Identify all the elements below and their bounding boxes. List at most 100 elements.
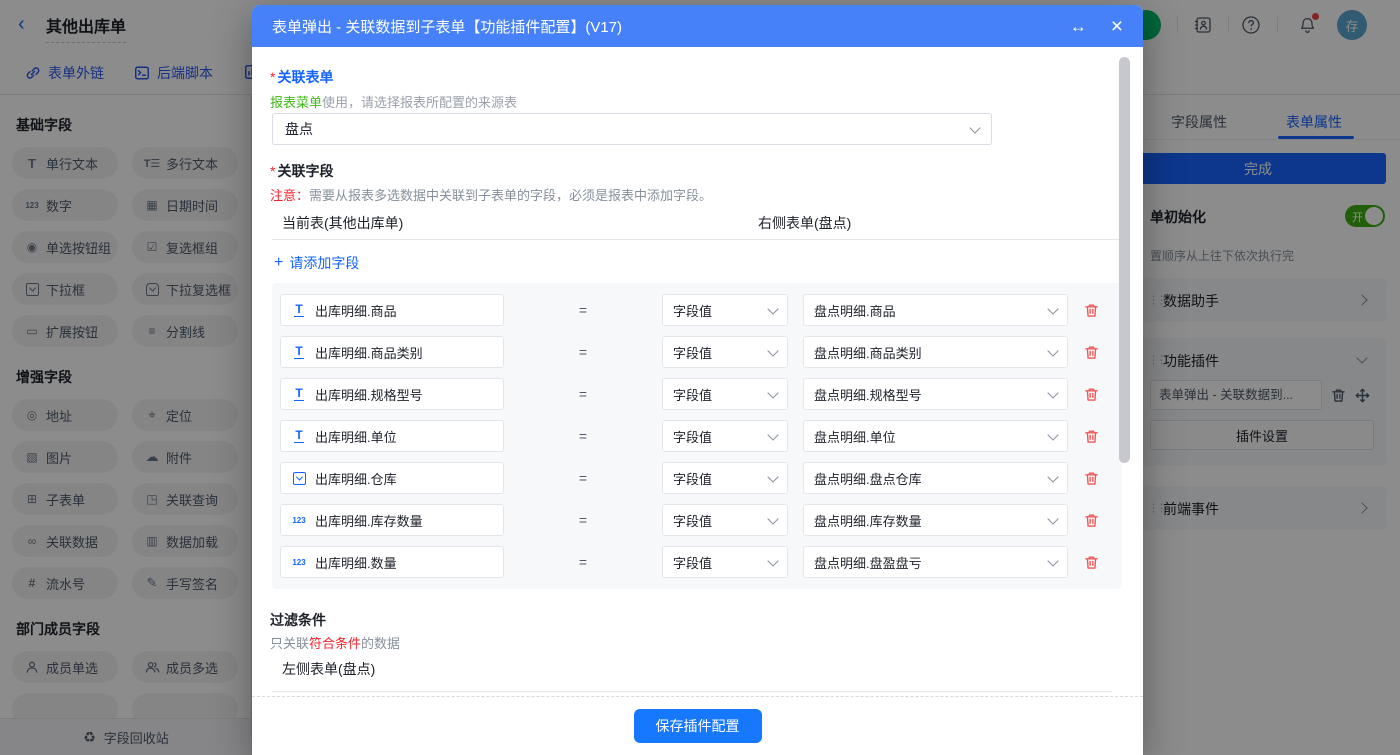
modal-title: 表单弹出 - 关联数据到子表单【功能插件配置】(V17)	[272, 16, 622, 37]
right-field-select[interactable]: 盘点明细.规格型号	[803, 378, 1068, 410]
left-field-box[interactable]: T出库明细.商品类别	[280, 336, 504, 368]
chevron-down-icon	[969, 122, 980, 133]
right-field-select[interactable]: 盘点明细.盘点仓库	[803, 462, 1068, 494]
value-type-select[interactable]: 字段值	[662, 336, 788, 368]
save-plugin-config-button[interactable]: 保存插件配置	[634, 709, 762, 743]
delete-row-button[interactable]	[1068, 471, 1114, 486]
value-type-label: 字段值	[673, 469, 712, 488]
equals-sign: =	[504, 554, 662, 570]
trash-icon	[1084, 555, 1099, 570]
left-field-box[interactable]: T出库明细.商品	[280, 294, 504, 326]
add-field-link[interactable]: + 请添加字段	[274, 253, 359, 273]
value-type-select[interactable]: 字段值	[662, 504, 788, 536]
field-mapping-row: T出库明细.商品=字段值盘点明细.商品	[280, 294, 1114, 326]
right-field-label: 盘点明细.商品	[814, 301, 896, 320]
filter-left-form: 左侧表单(盘点)	[272, 659, 1112, 692]
value-type-label: 字段值	[673, 553, 712, 572]
column-header-left: 当前表(其他出库单)	[282, 213, 403, 233]
right-field-select[interactable]: 盘点明细.库存数量	[803, 504, 1068, 536]
delete-row-button[interactable]	[1068, 345, 1114, 360]
divider	[272, 239, 1120, 240]
left-field-box[interactable]: 123 出库明细.数量	[280, 546, 504, 578]
right-field-label: 盘点明细.商品类别	[814, 343, 922, 362]
chevron-down-icon	[767, 513, 778, 524]
value-type-label: 字段值	[673, 385, 712, 404]
right-field-label: 盘点明细.单位	[814, 427, 896, 446]
trash-icon	[1084, 429, 1099, 444]
modal-scrollbar[interactable]	[1119, 57, 1130, 463]
left-field-label: 出库明细.数量	[315, 553, 397, 572]
left-field-box[interactable]: T 出库明细.规格型号	[280, 378, 504, 410]
left-field-box[interactable]: 出库明细.仓库	[280, 462, 504, 494]
modal-header: 表单弹出 - 关联数据到子表单【功能插件配置】(V17) ↔ ×	[252, 5, 1143, 47]
right-field-select[interactable]: 盘点明细.商品类别	[803, 336, 1068, 368]
report-menu-link[interactable]: 报表菜单	[270, 95, 322, 110]
right-field-label: 盘点明细.盘盈盘亏	[814, 553, 922, 572]
equals-sign: =	[504, 428, 662, 444]
chevron-down-icon	[767, 387, 778, 398]
field-mapping-row: T 出库明细.规格型号 = 字段值 盘点明细.规格型号	[280, 378, 1114, 410]
trash-icon	[1084, 387, 1099, 402]
chevron-down-icon	[1047, 387, 1058, 398]
left-field-label: 出库明细.仓库	[315, 469, 397, 488]
equals-sign: =	[504, 386, 662, 402]
delete-row-button[interactable]	[1068, 387, 1114, 402]
linked-form-select[interactable]: 盘点	[272, 113, 992, 145]
value-type-select[interactable]: 字段值	[662, 420, 788, 452]
delete-row-button[interactable]	[1068, 429, 1114, 444]
value-type-label: 字段值	[673, 343, 712, 362]
right-field-label: 盘点明细.盘点仓库	[814, 469, 922, 488]
right-field-select[interactable]: 盘点明细.商品	[803, 294, 1068, 326]
chevron-down-icon	[767, 303, 778, 314]
field-mapping-row: 123 出库明细.数量 = 字段值 盘点明细.盘盈盘亏	[280, 546, 1114, 578]
equals-sign: =	[504, 344, 662, 360]
delete-row-button[interactable]	[1068, 555, 1114, 570]
linked-fields-note: 注意：需要从报表多选数据中关联到子表单的字段，必须是报表中添加字段。	[270, 185, 712, 204]
right-field-select[interactable]: 盘点明细.盘盈盘亏	[803, 546, 1068, 578]
filter-condition-link[interactable]: 符合条件	[309, 636, 361, 651]
left-field-label: 出库明细.库存数量	[315, 511, 423, 530]
equals-sign: =	[504, 512, 662, 528]
delete-row-button[interactable]	[1068, 303, 1114, 318]
filter-label: 过滤条件	[270, 610, 326, 630]
field-mapping-row: 出库明细.仓库 = 字段值 盘点明细.盘点仓库	[280, 462, 1114, 494]
chevron-down-icon	[767, 429, 778, 440]
delete-row-button[interactable]	[1068, 513, 1114, 528]
chevron-down-icon	[1047, 345, 1058, 356]
linked-fields-label: *关联字段	[270, 161, 333, 181]
left-field-box[interactable]: 123 出库明细.库存数量	[280, 504, 504, 536]
modal-footer: 保存插件配置	[252, 696, 1143, 755]
chevron-down-icon	[1047, 513, 1058, 524]
trash-icon	[1084, 471, 1099, 486]
left-field-box[interactable]: T出库明细.单位	[280, 420, 504, 452]
value-type-select[interactable]: 字段值	[662, 546, 788, 578]
number-field-icon: 123	[291, 558, 307, 567]
expand-icon[interactable]: ↔	[1070, 18, 1087, 35]
linked-form-label: *关联表单	[270, 67, 333, 87]
left-field-label: 出库明细.商品类别	[315, 343, 423, 362]
plugin-config-modal: 表单弹出 - 关联数据到子表单【功能插件配置】(V17) ↔ × *关联表单 报…	[252, 5, 1143, 755]
left-field-label: 出库明细.规格型号	[315, 385, 423, 404]
chevron-down-icon	[767, 471, 778, 482]
trash-icon	[1084, 303, 1099, 318]
text-field-icon: T	[291, 387, 307, 401]
field-mapping-row: T出库明细.商品类别= 字段值 盘点明细.商品类别	[280, 336, 1114, 368]
equals-sign: =	[504, 470, 662, 486]
value-type-label: 字段值	[673, 427, 712, 446]
trash-icon	[1084, 345, 1099, 360]
chevron-down-icon	[1047, 303, 1058, 314]
select-field-icon	[291, 472, 307, 485]
number-field-icon: 123	[291, 516, 307, 525]
chevron-down-icon	[767, 345, 778, 356]
right-field-label: 盘点明细.规格型号	[814, 385, 922, 404]
left-field-label: 出库明细.商品	[315, 301, 397, 320]
value-type-select[interactable]: 字段值	[662, 462, 788, 494]
text-field-icon: T	[291, 429, 307, 443]
app: ‹ 其他出库单 存 表单外链 后端脚本 预览 保存 基础字段T单行文本T☰多行文…	[0, 0, 1400, 755]
right-field-select[interactable]: 盘点明细.单位	[803, 420, 1068, 452]
chevron-down-icon	[1047, 429, 1058, 440]
close-icon[interactable]: ×	[1111, 16, 1123, 37]
trash-icon	[1084, 513, 1099, 528]
value-type-select[interactable]: 字段值	[662, 294, 788, 326]
value-type-select[interactable]: 字段值	[662, 378, 788, 410]
